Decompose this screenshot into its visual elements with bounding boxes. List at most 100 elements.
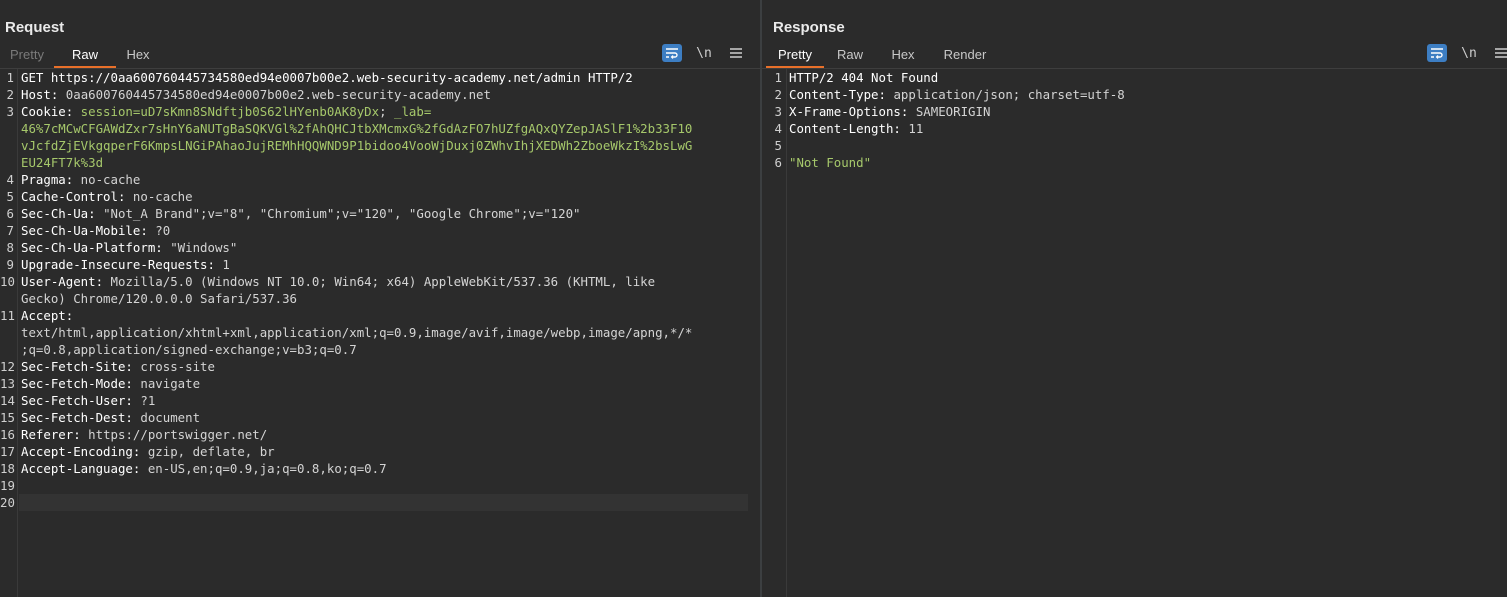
current-line-highlight — [19, 494, 748, 511]
line-number: 7 — [6, 223, 14, 238]
code-line: text/html,application/xhtml+xml,applicat… — [0, 324, 760, 341]
line-content: X-Frame-Options: SAMEORIGIN — [789, 104, 990, 119]
hamburger-menu-icon[interactable] — [1491, 44, 1507, 62]
request-lines: 1 GET https://0aa600760445734580ed94e0007… — [0, 69, 760, 511]
response-tabs: Pretty Raw Hex Render — [766, 44, 1000, 68]
response-editor[interactable]: 1 HTTP/2 404 Not Found 2 Content-Type: appl… — [762, 69, 1507, 597]
newline-toggle-button[interactable]: \n — [1459, 44, 1479, 62]
code-line: 2 Content-Type: application/json; charset… — [762, 86, 1507, 103]
code-line: 6 "Not Found" — [762, 154, 1507, 171]
code-line: 11 Accept: — [0, 307, 760, 324]
wrap-lines-icon[interactable] — [1427, 44, 1447, 62]
header-value: "Not_A Brand";v="8", "Chromium";v="120",… — [95, 206, 581, 221]
line-number: 11 — [0, 308, 15, 323]
header-name: X-Frame-Options: — [789, 104, 909, 119]
wrap-lines-icon[interactable] — [662, 44, 682, 62]
response-pane: Response Pretty Raw Hex Render \n 1 HTTP/2 4… — [762, 0, 1507, 597]
line-number: 15 — [0, 410, 15, 425]
line-content: Sec-Ch-Ua-Platform: "Windows" — [21, 240, 237, 255]
code-line: 1 HTTP/2 404 Not Found — [762, 69, 1507, 86]
line-content: Sec-Fetch-Mode: navigate — [21, 376, 200, 391]
line-number: 16 — [0, 427, 15, 442]
code-line: 3 X-Frame-Options: SAMEORIGIN — [762, 103, 1507, 120]
code-line: EU24FT7k%3d — [0, 154, 760, 171]
request-pane: Request Pretty Raw Hex \n 1 GET https://0aa… — [0, 0, 760, 597]
code-line: 46%7cMCwCFGAWdZxr7sHnY6aNUTgBaSQKVGl%2fA… — [0, 120, 760, 137]
request-tabs: Pretty Raw Hex — [0, 44, 160, 68]
code-line: 9 Upgrade-Insecure-Requests: 1 — [0, 256, 760, 273]
request-line: GET https://0aa600760445734580ed94e0007b… — [21, 70, 633, 85]
header-value: 11 — [900, 121, 924, 136]
header-name: Upgrade-Insecure-Requests: — [21, 257, 215, 272]
code-line: 3 Cookie: session=uD7sKmn8SNdftjb0S62lHYe… — [0, 103, 760, 120]
code-line: 8 Sec-Ch-Ua-Platform: "Windows" — [0, 239, 760, 256]
line-number: 2 — [774, 87, 782, 102]
header-name: Referer: — [21, 427, 81, 442]
line-number: 20 — [0, 495, 15, 510]
header-value: no-cache — [125, 189, 193, 204]
code-line: 12 Sec-Fetch-Site: cross-site — [0, 358, 760, 375]
header-name: Accept-Language: — [21, 461, 141, 476]
code-line: 5 — [762, 137, 1507, 154]
tab-pretty[interactable]: Pretty — [0, 44, 54, 68]
tab-hex[interactable]: Hex — [876, 44, 930, 68]
header-value: ?1 — [132, 393, 156, 408]
header-name: Sec-Fetch-Site: — [21, 359, 133, 374]
line-content: 46%7cMCwCFGAWdZxr7sHnY6aNUTgBaSQKVGl%2fA… — [21, 121, 692, 136]
line-number: 12 — [0, 359, 15, 374]
request-line: HTTP/2 404 Not Found — [789, 70, 939, 85]
header-name: Cache-Control: — [21, 189, 126, 204]
request-title: Request — [5, 19, 65, 36]
cookie-value: vJcfdZjEVkgqperF6KmpsLNGiPAhaoJujREMhHQQ… — [21, 138, 693, 153]
tab-hex[interactable]: Hex — [116, 44, 160, 68]
line-content: Sec-Ch-Ua: "Not_A Brand";v="8", "Chromiu… — [21, 206, 581, 221]
header-value: Mozilla/5.0 (Windows NT 10.0; Win64; x64… — [103, 274, 656, 289]
line-content: Referer: https://portswigger.net/ — [21, 427, 267, 442]
header-name: Content-Length: — [789, 121, 901, 136]
hamburger-menu-icon[interactable] — [726, 44, 746, 62]
tab-render[interactable]: Render — [930, 44, 1000, 68]
header-value: no-cache — [73, 172, 141, 187]
header-value: 1 — [214, 257, 230, 272]
code-line: vJcfdZjEVkgqperF6KmpsLNGiPAhaoJujREMhHQQ… — [0, 137, 760, 154]
http-message-viewer: Request Pretty Raw Hex \n 1 GET https://0aa… — [0, 0, 1507, 597]
code-line: 10 User-Agent: Mozilla/5.0 (Windows NT 10… — [0, 273, 760, 290]
line-content: Sec-Fetch-Dest: document — [21, 410, 200, 425]
code-line: 1 GET https://0aa600760445734580ed94e0007… — [0, 69, 760, 86]
response-lines: 1 HTTP/2 404 Not Found 2 Content-Type: appl… — [762, 69, 1507, 171]
header-name: Content-Type: — [789, 87, 886, 102]
response-toolbar: \n — [1427, 44, 1507, 62]
code-line: ;q=0.8,application/signed-exchange;v=b3;… — [0, 341, 760, 358]
code-line: 19 — [0, 477, 760, 494]
line-content: Cache-Control: no-cache — [21, 189, 193, 204]
line-number: 2 — [6, 87, 14, 102]
line-content: Gecko) Chrome/120.0.0.0 Safari/537.36 — [21, 291, 297, 306]
code-line: 18 Accept-Language: en-US,en;q=0.9,ja;q=0… — [0, 460, 760, 477]
header-value: en-US,en;q=0.9,ja;q=0.8,ko;q=0.7 — [140, 461, 387, 476]
tab-pretty[interactable]: Pretty — [766, 44, 824, 68]
header-value: text/html,application/xhtml+xml,applicat… — [21, 325, 693, 340]
line-number: 1 — [6, 70, 14, 85]
tab-raw[interactable]: Raw — [54, 44, 116, 68]
line-content: "Not Found" — [789, 155, 871, 170]
line-number: 9 — [6, 257, 14, 272]
request-editor[interactable]: 1 GET https://0aa600760445734580ed94e0007… — [0, 69, 760, 597]
header-value: https://portswigger.net/ — [80, 427, 268, 442]
line-content: EU24FT7k%3d — [21, 155, 103, 170]
line-content: Accept-Encoding: gzip, deflate, br — [21, 444, 275, 459]
code-line: 14 Sec-Fetch-User: ?1 — [0, 392, 760, 409]
cookie-value: _lab= — [394, 104, 432, 119]
tab-raw[interactable]: Raw — [824, 44, 876, 68]
line-number: 3 — [6, 104, 14, 119]
code-line: 17 Accept-Encoding: gzip, deflate, br — [0, 443, 760, 460]
line-number: 6 — [774, 155, 782, 170]
line-content: Upgrade-Insecure-Requests: 1 — [21, 257, 230, 272]
newline-toggle-button[interactable]: \n — [694, 44, 714, 62]
request-toolbar: \n — [662, 44, 746, 62]
code-line: 4 Pragma: no-cache — [0, 171, 760, 188]
line-content: Host: 0aa600760445734580ed94e0007b00e2.w… — [21, 87, 491, 102]
code-line: 6 Sec-Ch-Ua: "Not_A Brand";v="8", "Chromi… — [0, 205, 760, 222]
header-name: Cookie: — [21, 104, 74, 119]
line-number: 5 — [6, 189, 14, 204]
header-value: document — [132, 410, 201, 425]
